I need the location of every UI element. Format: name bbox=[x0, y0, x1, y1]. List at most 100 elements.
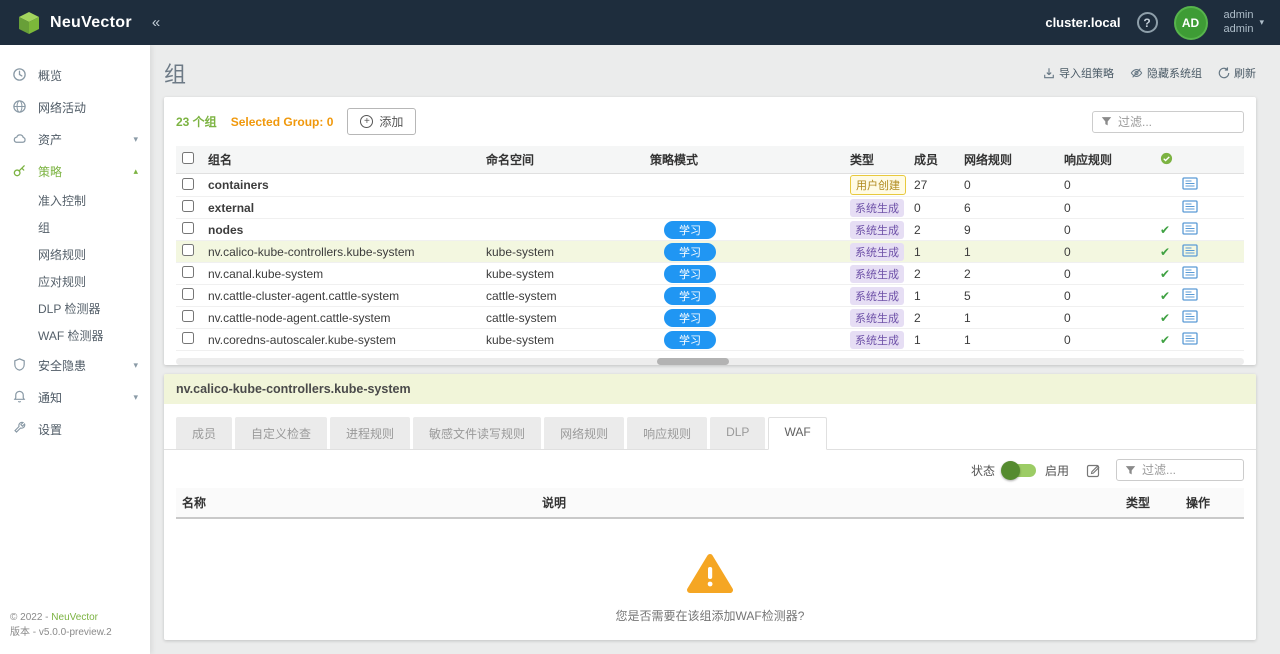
sidebar-item-admission-control[interactable]: 准入控制 bbox=[0, 187, 150, 214]
sidebar-item-network-activity[interactable]: 网络活动 bbox=[0, 91, 150, 123]
scrollbar-thumb[interactable] bbox=[657, 358, 729, 365]
select-all-checkbox[interactable] bbox=[182, 152, 194, 164]
view-rules-icon[interactable] bbox=[1182, 332, 1198, 345]
waf-table: 名称 说明 类型 操作 bbox=[176, 488, 1244, 519]
view-rules-icon[interactable] bbox=[1182, 222, 1198, 235]
mode-badge: 学习 bbox=[664, 221, 716, 239]
col-name[interactable]: 名称 bbox=[176, 488, 536, 518]
row-checkbox[interactable] bbox=[182, 222, 194, 234]
group-name: nv.coredns-autoscaler.kube-system bbox=[202, 329, 480, 351]
mode-badge: 学习 bbox=[664, 353, 716, 354]
view-rules-icon[interactable] bbox=[1182, 310, 1198, 323]
sidebar-item-settings[interactable]: 设置 bbox=[0, 413, 150, 445]
status-toggle[interactable] bbox=[1004, 464, 1036, 477]
action-label: 刷新 bbox=[1234, 65, 1256, 81]
sidebar-item-notifications[interactable]: 通知 ▾ bbox=[0, 381, 150, 413]
response-rule-count: 0 bbox=[1058, 197, 1154, 219]
edit-icon[interactable] bbox=[1086, 463, 1101, 478]
col-group-name[interactable]: 组名 bbox=[202, 146, 480, 174]
table-row[interactable]: nodes 学习 系统生成 2 9 0 ✔ bbox=[176, 219, 1244, 241]
tab-dlp[interactable]: DLP bbox=[710, 417, 765, 449]
chevron-up-icon: ▴ bbox=[133, 166, 138, 177]
col-members[interactable]: 成员 bbox=[908, 146, 958, 174]
response-rule-count: 0 bbox=[1058, 307, 1154, 329]
col-network-rules[interactable]: 网络规则 bbox=[958, 146, 1058, 174]
col-response-rules[interactable]: 响应规则 bbox=[1058, 146, 1154, 174]
col-policy-mode[interactable]: 策略模式 bbox=[644, 146, 844, 174]
row-checkbox[interactable] bbox=[182, 310, 194, 322]
user-role: admin bbox=[1224, 9, 1254, 23]
network-rule-count: 9 bbox=[958, 219, 1058, 241]
view-rules-icon[interactable] bbox=[1182, 177, 1198, 190]
view-rules-icon[interactable] bbox=[1182, 288, 1198, 301]
help-icon[interactable]: ? bbox=[1137, 12, 1158, 33]
sidebar-item-overview[interactable]: 概览 bbox=[0, 59, 150, 91]
tab-custom-check[interactable]: 自定义检查 bbox=[235, 417, 327, 449]
avatar[interactable]: AD bbox=[1174, 6, 1208, 40]
sidebar-item-assets[interactable]: 资产 ▾ bbox=[0, 123, 150, 155]
view-rules-icon[interactable] bbox=[1182, 244, 1198, 257]
waf-filter-input[interactable] bbox=[1142, 463, 1235, 477]
row-checkbox[interactable] bbox=[182, 332, 194, 344]
col-actions[interactable]: 操作 bbox=[1180, 488, 1244, 518]
tab-file-access-rules[interactable]: 敏感文件读写规则 bbox=[413, 417, 541, 449]
horizontal-scrollbar[interactable] bbox=[176, 358, 1244, 365]
table-row[interactable]: nv.cattle-cluster-agent.cattle-system ca… bbox=[176, 285, 1244, 307]
sidebar-label: 概览 bbox=[38, 67, 62, 84]
sidebar: 概览 网络活动 资产 ▾ 策略 ▴ 准入控制 组 bbox=[0, 45, 150, 654]
tab-waf[interactable]: WAF bbox=[768, 417, 826, 450]
tab-members[interactable]: 成员 bbox=[176, 417, 232, 449]
refresh-button[interactable]: 刷新 bbox=[1218, 65, 1256, 81]
tab-network-rules[interactable]: 网络规则 bbox=[544, 417, 624, 449]
wrench-icon bbox=[12, 421, 28, 437]
scorable-check-icon: ✔ bbox=[1160, 289, 1170, 303]
sidebar-item-groups[interactable]: 组 bbox=[0, 214, 150, 241]
col-namespace[interactable]: 命名空间 bbox=[480, 146, 644, 174]
table-row[interactable]: nv.coredns.kube-system kube-system 学习 系统… bbox=[176, 351, 1244, 354]
tab-process-rules[interactable]: 进程规则 bbox=[330, 417, 410, 449]
user-menu[interactable]: admin admin ▾ bbox=[1224, 9, 1265, 37]
mode-badge: 学习 bbox=[664, 243, 716, 261]
table-row[interactable]: nv.canal.kube-system kube-system 学习 系统生成… bbox=[176, 263, 1244, 285]
table-row[interactable]: containers 用户创建 27 0 0 bbox=[176, 174, 1244, 197]
sidebar-item-waf-sensors[interactable]: WAF 检测器 bbox=[0, 322, 150, 349]
group-count: 23 个组 bbox=[176, 113, 217, 130]
row-checkbox[interactable] bbox=[182, 244, 194, 256]
sidebar-item-policy[interactable]: 策略 ▴ bbox=[0, 155, 150, 187]
cluster-name[interactable]: cluster.local bbox=[1045, 15, 1120, 30]
sidebar-label: 网络规则 bbox=[38, 246, 86, 263]
table-row[interactable]: nv.coredns-autoscaler.kube-system kube-s… bbox=[176, 329, 1244, 351]
row-checkbox[interactable] bbox=[182, 266, 194, 278]
col-type[interactable]: 类型 bbox=[844, 146, 908, 174]
page-title: 组 bbox=[164, 57, 186, 89]
sidebar-footer: © 2022 - NeuVector 版本 - v5.0.0-preview.2 bbox=[0, 602, 150, 654]
col-description[interactable]: 说明 bbox=[536, 488, 1120, 518]
chevron-down-icon: ▾ bbox=[133, 392, 138, 403]
sidebar-item-response-rules[interactable]: 应对规则 bbox=[0, 268, 150, 295]
neuvector-link[interactable]: NeuVector bbox=[51, 612, 98, 623]
row-checkbox[interactable] bbox=[182, 200, 194, 212]
row-checkbox[interactable] bbox=[182, 288, 194, 300]
groups-table: 组名 命名空间 策略模式 类型 成员 网络规则 响应规则 containe bbox=[176, 146, 1244, 353]
sidebar-collapse-icon[interactable]: « bbox=[152, 14, 160, 31]
sidebar-label: 应对规则 bbox=[38, 273, 86, 290]
table-row[interactable]: nv.cattle-node-agent.cattle-system cattl… bbox=[176, 307, 1244, 329]
row-checkbox[interactable] bbox=[182, 178, 194, 190]
col-type[interactable]: 类型 bbox=[1120, 488, 1180, 518]
sidebar-item-security-risks[interactable]: 安全隐患 ▾ bbox=[0, 349, 150, 381]
view-rules-icon[interactable] bbox=[1182, 266, 1198, 279]
hide-system-groups-button[interactable]: 隐藏系统组 bbox=[1130, 65, 1202, 81]
groups-filter-input[interactable] bbox=[1118, 115, 1235, 129]
status-label: 状态 bbox=[971, 462, 995, 479]
neuvector-logo-icon bbox=[16, 10, 42, 36]
view-rules-icon[interactable] bbox=[1182, 200, 1198, 213]
tab-response-rules[interactable]: 响应规则 bbox=[627, 417, 707, 449]
user-caret-icon: ▾ bbox=[1259, 17, 1264, 28]
import-group-policy-button[interactable]: 导入组策略 bbox=[1043, 65, 1114, 81]
table-row-selected[interactable]: nv.calico-kube-controllers.kube-system k… bbox=[176, 241, 1244, 263]
sidebar-item-dlp-sensors[interactable]: DLP 检测器 bbox=[0, 295, 150, 322]
sidebar-item-network-rules[interactable]: 网络规则 bbox=[0, 241, 150, 268]
member-count: 2 bbox=[908, 307, 958, 329]
table-row[interactable]: external 系统生成 0 6 0 bbox=[176, 197, 1244, 219]
add-group-button[interactable]: + 添加 bbox=[347, 108, 416, 135]
